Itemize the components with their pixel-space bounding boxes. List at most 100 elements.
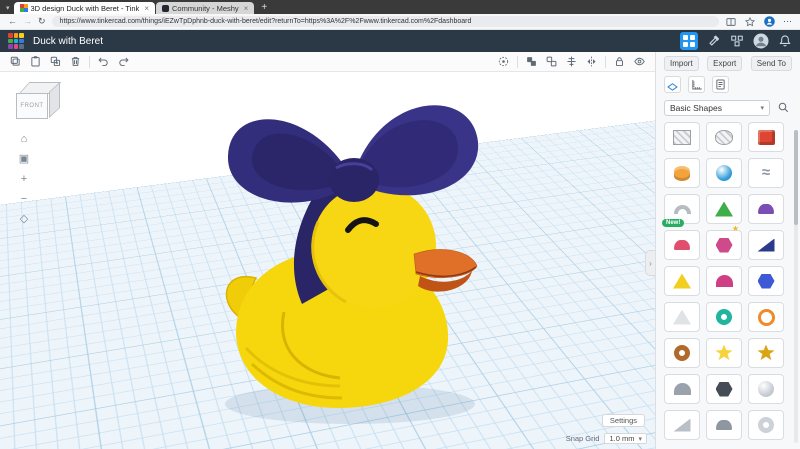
show-all-button[interactable] [497, 55, 510, 68]
tab-meshy[interactable]: Community - Meshy × [155, 2, 255, 14]
3d-viewport[interactable]: FRONT ⌂ ▣ + − ◇ Settings Snap Grid 1.0 m… [0, 72, 655, 449]
shape-tile-half-torus[interactable]: New! [662, 194, 700, 227]
back-button[interactable]: ← [8, 17, 17, 26]
chevron-down-icon: ▾ [638, 435, 642, 443]
new-tab-button[interactable]: + [261, 3, 267, 13]
shape-tile-hole-box[interactable] [664, 122, 700, 152]
shape-tile-half-sphere[interactable] [664, 230, 700, 260]
duplicate-button[interactable] [49, 55, 62, 68]
shape-tile-pyramid[interactable] [664, 266, 700, 296]
shape-tile-half-cylinder[interactable] [664, 374, 700, 404]
delete-button[interactable] [69, 55, 82, 68]
account-avatar[interactable] [753, 33, 769, 49]
3d-designs-button[interactable] [680, 32, 698, 50]
view-cube[interactable]: FRONT [14, 80, 68, 126]
profile-avatar[interactable] [763, 15, 776, 28]
tools-hammer-icon[interactable] [707, 34, 721, 48]
browser-actions: ⋯ [725, 15, 792, 28]
shape-tile-cylinder[interactable] [664, 158, 700, 188]
search-shapes-button[interactable] [775, 99, 792, 116]
redo-button[interactable] [117, 55, 130, 68]
panel-collapse-handle[interactable]: › [645, 250, 655, 276]
hole-box-icon [673, 129, 691, 145]
view-cube-label: FRONT [20, 103, 44, 109]
shape-tile-sphere-gray[interactable] [748, 374, 784, 404]
shape-tile-torus-thin[interactable] [748, 302, 784, 332]
shape-tile-polygon[interactable]: ★ [706, 225, 742, 260]
more-menu-icon[interactable]: ⋯ [783, 16, 792, 27]
shape-tile-trapezoid[interactable] [664, 410, 700, 440]
shape-tile-tube[interactable] [664, 338, 700, 368]
refresh-button[interactable]: ↻ [38, 17, 46, 26]
notifications-bell-icon[interactable] [778, 34, 792, 48]
logo-square [13, 38, 19, 44]
split-screen-icon[interactable] [725, 16, 737, 28]
notes-tool-button[interactable] [712, 76, 729, 93]
favorites-star-icon[interactable] [744, 16, 756, 28]
snap-grid-select[interactable]: 1.0 mm ▾ [604, 433, 647, 444]
shape-category-dropdown[interactable]: Basic Shapes ▾ [664, 99, 770, 116]
shape-tile-hole-cylinder[interactable] [706, 122, 742, 152]
shape-tile-roof[interactable] [706, 194, 742, 224]
shape-tile-dome-gray[interactable] [706, 410, 742, 440]
perspective-toggle-button[interactable]: ◇ [16, 212, 32, 227]
send-to-button[interactable]: Send To [750, 56, 792, 71]
scrollbar-thumb[interactable] [794, 130, 798, 225]
ungroup-button[interactable] [545, 55, 558, 68]
fit-view-button[interactable]: ▣ [16, 152, 32, 167]
featured-star-icon: ★ [731, 224, 739, 233]
url-field[interactable]: https://www.tinkercad.com/things/iEZwTpD… [51, 16, 719, 27]
tab-label: Community - Meshy [171, 3, 239, 13]
shape-category-value: Basic Shapes [670, 102, 722, 113]
shape-tile-star-gold[interactable] [748, 338, 784, 368]
logo-square [8, 38, 13, 44]
hide-eye-button[interactable] [633, 55, 646, 68]
mirror-button[interactable] [585, 55, 598, 68]
workplane-tool-button[interactable] [664, 76, 681, 93]
shape-tile-box[interactable] [748, 122, 784, 152]
shape-tile-round-roof[interactable] [706, 266, 742, 296]
shape-tile-cone[interactable] [664, 302, 700, 332]
zoom-in-button[interactable]: + [16, 172, 32, 187]
shape-tile-wedge[interactable] [748, 230, 784, 260]
tinkercad-header: Duck with Beret [0, 30, 800, 52]
grid-icon [683, 35, 695, 47]
tinkercad-logo[interactable] [8, 33, 24, 49]
shape-tile-torus[interactable] [706, 302, 742, 332]
codeblocks-icon[interactable] [730, 34, 744, 48]
address-bar: ← → ↻ https://www.tinkercad.com/things/i… [0, 14, 800, 30]
lock-button[interactable] [613, 55, 626, 68]
polygon-icon [715, 237, 733, 253]
settings-button[interactable]: Settings [601, 414, 645, 427]
shape-tile-ring-gray[interactable] [748, 410, 784, 440]
tab-close-icon[interactable]: × [242, 4, 249, 13]
copy-button[interactable] [9, 55, 22, 68]
group-button[interactable] [525, 55, 538, 68]
shape-tile-sphere[interactable] [706, 158, 742, 188]
paste-button[interactable] [29, 55, 42, 68]
pyramid-icon [673, 273, 691, 289]
zoom-out-button[interactable]: − [16, 192, 32, 207]
design-name[interactable]: Duck with Beret [33, 36, 103, 47]
toolbar-divider [89, 55, 90, 68]
wedge-icon [757, 238, 775, 252]
shape-tile-paraboloid[interactable] [748, 194, 784, 224]
shape-tile-star[interactable] [706, 338, 742, 368]
export-button[interactable]: Export [707, 56, 743, 71]
align-button[interactable] [565, 55, 578, 68]
shape-tile-prism[interactable] [748, 266, 784, 296]
undo-button[interactable] [97, 55, 110, 68]
duck-model[interactable] [200, 72, 510, 432]
tab-tinkercad[interactable]: 3D design Duck with Beret - Tink × [13, 2, 155, 14]
shape-tile-scribble[interactable] [748, 158, 784, 188]
scribble-icon [762, 164, 770, 182]
tab-actions-menu-icon[interactable]: ▾ [6, 4, 10, 12]
shape-tile-diamond[interactable] [706, 374, 742, 404]
home-view-button[interactable]: ⌂ [16, 132, 32, 147]
import-button[interactable]: Import [664, 56, 699, 71]
tab-close-icon[interactable]: × [142, 4, 149, 13]
forward-button[interactable]: → [23, 17, 32, 26]
ruler-tool-button[interactable] [688, 76, 705, 93]
panel-scrollbar[interactable] [794, 130, 798, 443]
view-cube-front-face[interactable]: FRONT [16, 93, 48, 119]
